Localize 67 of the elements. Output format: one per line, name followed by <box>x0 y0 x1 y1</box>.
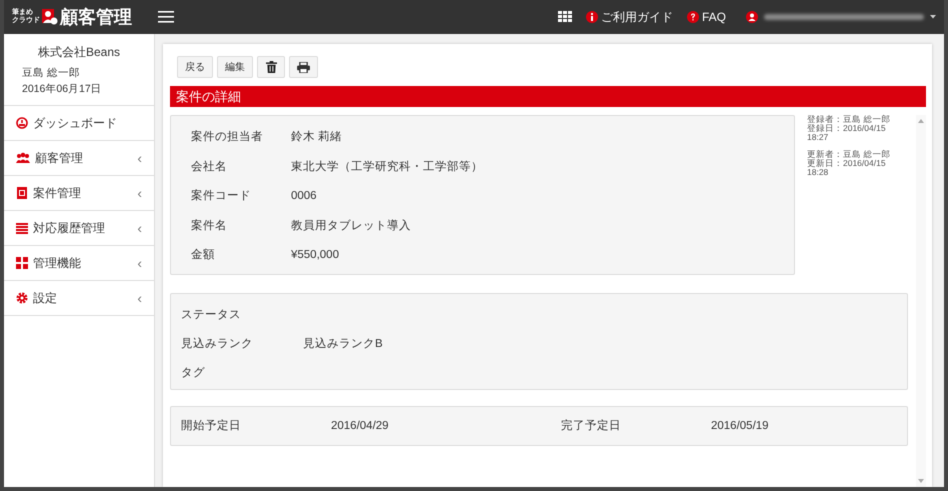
sidebar-label: 設定 <box>33 290 58 306</box>
settings-icon <box>16 292 28 304</box>
sidebar-label: ダッシュボード <box>33 114 118 132</box>
audit-info: 18:27 <box>807 133 830 142</box>
print-button[interactable] <box>289 56 318 78</box>
sidebar-item[interactable]: 管理機能 ‹ <box>4 246 154 281</box>
field-value: ¥550,000 <box>291 248 339 261</box>
field-label: 案件名 <box>191 218 228 233</box>
sidebar-label: 顧客管理 <box>35 150 84 166</box>
delete-button[interactable] <box>257 56 285 78</box>
help-icon <box>686 11 699 23</box>
section-title: 案件の詳細 <box>170 86 926 107</box>
trash-icon <box>266 61 276 73</box>
chevron-icon: ‹ <box>137 220 142 236</box>
field-value: 見込みランクB <box>303 336 383 350</box>
app-title: 顧客管理 <box>60 6 132 29</box>
field-label: 開始予定日 <box>181 418 242 433</box>
chevron-icon: ‹ <box>137 185 142 201</box>
sidebar-label: 案件管理 <box>33 184 82 202</box>
field-value: 2016/04/29 <box>331 420 390 432</box>
current-date: 2016年06月17日 <box>22 82 103 97</box>
field-value: 鈴木 莉緒 <box>291 130 342 144</box>
field-label: 見込みランク <box>181 336 254 350</box>
chevron-icon: ‹ <box>137 290 142 306</box>
person-icon <box>42 9 58 25</box>
company-name: 株式会社Beans <box>36 44 122 61</box>
field-value: 0006 <box>291 190 317 202</box>
field-value: 2016/05/19 <box>711 420 770 432</box>
field-label: タグ <box>181 366 206 380</box>
sidebar-item[interactable]: ダッシュボード <box>4 106 154 141</box>
audit-info: 登録日：2016/04/15 <box>807 124 886 133</box>
sidebar-label: 管理機能 <box>33 254 82 272</box>
toolbar-button[interactable]: 戻る <box>177 56 213 78</box>
sidebar-item[interactable]: 顧客管理 ‹ <box>4 141 154 176</box>
audit-info: 更新者：豆島 総一郎 <box>807 150 892 159</box>
field-label: 案件コード <box>191 188 252 204</box>
apps-grid-icon[interactable] <box>558 11 572 23</box>
sidebar-item[interactable]: 対応履歴管理 ‹ <box>4 211 154 246</box>
chevron-icon: ‹ <box>137 150 142 166</box>
field-value: 東北大学（工学研究科・工学部等） <box>291 159 483 174</box>
info-icon <box>586 11 598 23</box>
sidebar-label: 対応履歴管理 <box>33 220 106 236</box>
document-icon <box>16 187 28 199</box>
list-icon <box>16 222 28 234</box>
chevron-icon: ‹ <box>137 255 142 271</box>
tiles-icon <box>16 257 28 269</box>
nav-link[interactable]: FAQ <box>686 10 726 24</box>
field-label: 完了予定日 <box>561 418 622 433</box>
gauge-icon <box>16 117 28 129</box>
audit-info: 登録者：豆島 総一郎 <box>807 115 892 124</box>
audit-info: 更新日：2016/04/15 <box>807 159 886 168</box>
menu-icon[interactable] <box>158 11 174 23</box>
sidebar-item[interactable]: 案件管理 ‹ <box>4 176 154 211</box>
sidebar-item[interactable]: 設定 ‹ <box>4 281 154 316</box>
toolbar-button[interactable]: 編集 <box>217 56 253 78</box>
caret-icon[interactable] <box>930 15 936 19</box>
field-value: 教員用タブレット導入 <box>291 218 411 233</box>
field-label: 会社名 <box>191 160 228 174</box>
user-icon[interactable] <box>746 11 758 23</box>
field-label: 案件の担当者 <box>191 129 264 144</box>
user-name: 豆島 総一郎 <box>22 66 81 81</box>
field-label: 金額 <box>191 248 216 262</box>
printer-icon <box>297 62 310 72</box>
audit-info: 18:28 <box>807 168 830 177</box>
field-label: ステータス <box>181 308 242 322</box>
users-icon <box>16 152 30 164</box>
nav-link[interactable]: ご利用ガイド <box>586 8 673 26</box>
